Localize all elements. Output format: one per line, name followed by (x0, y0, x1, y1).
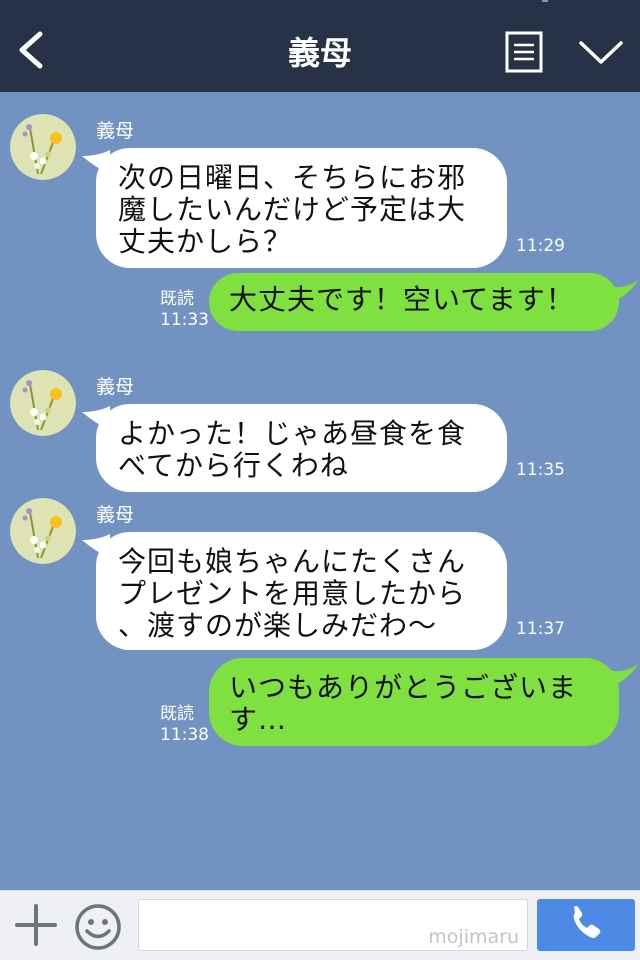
read-label: 既読 (160, 704, 194, 724)
status-indicator (542, 0, 548, 2)
message-line: べてから行くわね (118, 449, 349, 482)
sender-name: 義母 (96, 376, 135, 398)
message-line: す… (229, 703, 288, 736)
add-button[interactable] (14, 903, 58, 947)
message-time: 11:35 (516, 460, 565, 480)
avatar[interactable] (10, 370, 76, 436)
chat-title: 義母 (287, 34, 352, 72)
chat-header: 義母 (0, 0, 640, 92)
message-line: 丈夫かしら？ (118, 225, 293, 258)
message-bubble[interactable]: 今回も娘ちゃんにたくさん プレゼントを用意したから 、渡すのが楽しみだわ〜 (96, 532, 507, 650)
sender-name: 義母 (96, 504, 135, 526)
message-time: 11:33 (160, 310, 209, 330)
sender-name: 義母 (96, 120, 135, 142)
message-input[interactable]: mojimaru (138, 899, 528, 951)
emoji-button[interactable] (74, 903, 122, 951)
plus-icon (15, 904, 57, 946)
message-bubble[interactable]: 大丈夫です！空いてます！ (209, 273, 619, 331)
dropdown-button[interactable] (578, 38, 624, 68)
flower-avatar-icon (10, 498, 76, 564)
bubble-tail (604, 280, 638, 304)
message-bubble[interactable]: 次の日曜日、そちらにお邪 魔したいんだけど予定は大 丈夫かしら？ (96, 148, 507, 268)
flower-avatar-icon (10, 370, 76, 436)
message-line: いつもありがとうございま (229, 671, 578, 704)
message-bubble[interactable]: いつもありがとうございま す… (209, 658, 619, 746)
chat-area[interactable]: 義母 次の日曜日、そちらにお邪 魔したいんだけど予定は大 丈夫かしら？ 11:2… (0, 92, 640, 890)
read-status: 既読 11:38 (160, 704, 209, 746)
message-time: 11:38 (160, 725, 209, 745)
smile-icon (75, 904, 121, 950)
phone-icon (573, 906, 601, 938)
message-line: 今回も娘ちゃんにたくさん (118, 545, 467, 578)
input-bar: mojimaru (0, 890, 640, 960)
message-time: 11:29 (516, 236, 565, 256)
chevron-down-icon (579, 41, 623, 64)
message-line: 次の日曜日、そちらにお邪 (118, 161, 467, 194)
message-line: プレゼントを用意したから (118, 577, 467, 610)
message-line: 大丈夫です！空いてます！ (229, 283, 575, 316)
avatar[interactable] (10, 114, 76, 180)
menu-icon (505, 31, 543, 73)
message-bubble[interactable]: よかった！じゃあ昼食を食 べてから行くわね (96, 404, 507, 492)
call-button[interactable] (537, 899, 635, 951)
message-line: 魔したいんだけど予定は大 (118, 193, 467, 226)
message-time: 11:37 (516, 619, 565, 639)
flower-avatar-icon (10, 114, 76, 180)
menu-button[interactable] (505, 31, 543, 73)
read-label: 既読 (160, 289, 194, 309)
bubble-tail (604, 664, 638, 688)
message-line: 、渡すのが楽しみだわ〜 (118, 609, 438, 642)
message-line: よかった！じゃあ昼食を食 (118, 417, 467, 450)
avatar[interactable] (10, 498, 76, 564)
read-status: 既読 11:33 (160, 289, 209, 331)
